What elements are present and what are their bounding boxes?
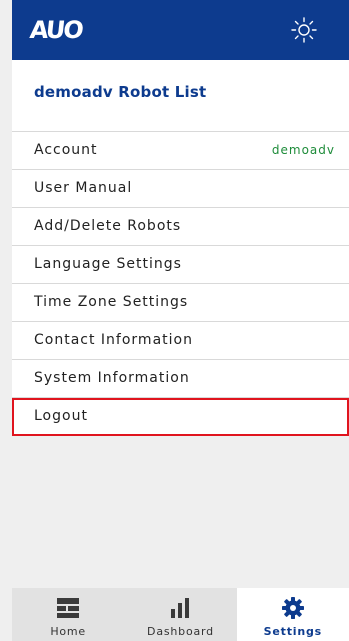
- robot-list-header[interactable]: demoadv Robot List: [12, 60, 349, 132]
- settings-content: demoadv Robot List Account demoadv User …: [12, 60, 349, 588]
- auo-logo: AUO: [28, 16, 84, 44]
- account-value: demoadv: [271, 143, 335, 157]
- nav-tab-settings[interactable]: Settings: [236, 588, 349, 641]
- menu-item-logout[interactable]: Logout: [12, 398, 349, 436]
- menu-item-label: Contact Information: [34, 332, 193, 348]
- gear-icon: [281, 597, 304, 619]
- menu-item-add-delete-robots[interactable]: Add/Delete Robots: [12, 208, 349, 246]
- menu-item-label: Add/Delete Robots: [34, 218, 182, 234]
- menu-item-label: User Manual: [34, 180, 133, 196]
- home-grid-icon: [57, 598, 80, 618]
- menu-item-label: Account: [34, 142, 98, 158]
- menu-item-user-manual[interactable]: User Manual: [12, 170, 349, 208]
- app-root: AUO demoadv Robot List Account demoadv U: [0, 0, 349, 641]
- menu-item-label: System Information: [34, 370, 190, 386]
- top-bar: AUO: [12, 0, 349, 60]
- menu-item-system-information[interactable]: System Information: [12, 360, 349, 398]
- menu-item-label: Time Zone Settings: [34, 294, 189, 310]
- menu-item-language-settings[interactable]: Language Settings: [12, 246, 349, 284]
- bottom-nav: Home Dashboard Settings: [12, 588, 349, 641]
- robot-list-title: demoadv Robot List: [34, 83, 207, 101]
- menu-item-label: Logout: [34, 408, 88, 424]
- menu-item-account[interactable]: Account demoadv: [12, 132, 349, 170]
- nav-label-settings: Settings: [263, 625, 322, 638]
- menu-item-label: Language Settings: [34, 256, 182, 272]
- nav-label-home: Home: [50, 625, 86, 638]
- nav-tab-home[interactable]: Home: [12, 588, 124, 641]
- menu-item-contact-information[interactable]: Contact Information: [12, 322, 349, 360]
- sun-icon[interactable]: [289, 15, 319, 45]
- bar-chart-icon: [171, 598, 190, 618]
- menu-item-time-zone-settings[interactable]: Time Zone Settings: [12, 284, 349, 322]
- nav-tab-dashboard[interactable]: Dashboard: [124, 588, 236, 641]
- nav-label-dashboard: Dashboard: [147, 625, 214, 638]
